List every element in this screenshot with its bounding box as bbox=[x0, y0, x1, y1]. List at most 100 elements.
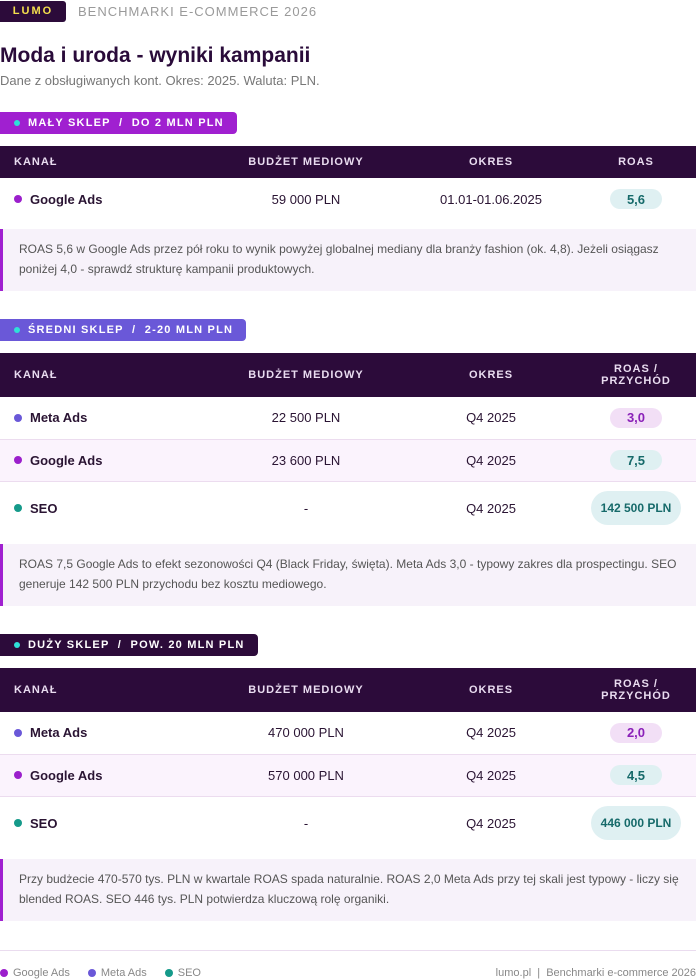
channel-name: Google Ads bbox=[30, 191, 103, 207]
legend-label: Google Ads bbox=[13, 967, 70, 979]
results-table-mid: KANAŁ BUDŻET MEDIOWY OKRES ROAS / PRZYCH… bbox=[0, 353, 696, 535]
seo-dot-icon bbox=[164, 969, 173, 977]
channel-cell: Meta Ads bbox=[0, 712, 206, 755]
budget-cell: 23 600 PLN bbox=[206, 439, 406, 482]
table-row: Google Ads 59 000 PLN 01.01-01.06.2025 5… bbox=[0, 178, 696, 220]
legend-item-seo: SEO bbox=[164, 967, 201, 979]
roas-cell: 4,5 bbox=[576, 754, 696, 797]
roas-cell: 2,0 bbox=[576, 712, 696, 755]
roas-badge: 3,0 bbox=[610, 407, 662, 428]
channel-name: Meta Ads bbox=[30, 410, 88, 426]
revenue-cell: 142 500 PLN bbox=[576, 481, 696, 535]
budget-cell: 470 000 PLN bbox=[206, 712, 406, 755]
revenue-badge: 142 500 PLN bbox=[591, 491, 681, 526]
channel-cell: Google Ads bbox=[0, 754, 206, 797]
insight-note: ROAS 5,6 w Google Ads przez pół roku to … bbox=[0, 229, 696, 291]
roas-cell: 7,5 bbox=[576, 439, 696, 482]
page-subtitle: Dane z obsługiwanych kont. Okres: 2025. … bbox=[0, 73, 320, 88]
revenue-cell: 446 000 PLN bbox=[576, 796, 696, 850]
period-cell: Q4 2025 bbox=[466, 500, 516, 516]
column-header-roas: ROAS / PRZYCHÓD bbox=[576, 668, 696, 712]
results-table-small: KANAŁ BUDŻET MEDIOWY OKRES ROAS Google A… bbox=[0, 146, 696, 220]
google-ads-dot-icon bbox=[14, 195, 22, 204]
meta-ads-dot-icon bbox=[14, 728, 22, 737]
insight-note: Przy budżecie 470-570 tys. PLN w kwartal… bbox=[0, 859, 696, 921]
period-cell: Q4 2025 bbox=[406, 439, 576, 482]
results-table-big: KANAŁ BUDŻET MEDIOWY OKRES ROAS / PRZYCH… bbox=[0, 668, 696, 850]
revenue-badge: 446 000 PLN bbox=[591, 806, 681, 841]
period-cell: Q4 2025 bbox=[406, 397, 576, 440]
table-row: Google Ads 23 600 PLN Q4 2025 7,5 bbox=[0, 439, 696, 482]
channel-name: SEO bbox=[30, 500, 58, 516]
roas-badge: 2,0 bbox=[610, 722, 662, 743]
brand-logo: LUMO bbox=[0, 0, 66, 22]
bullet-icon bbox=[14, 327, 20, 333]
section-mid-shop: ŚREDNI SKLEP / 2-20 MLN PLN KANAŁ BUDŻET… bbox=[0, 319, 696, 606]
budget-cell: 22 500 PLN bbox=[206, 397, 406, 440]
table-row: Meta Ads 22 500 PLN Q4 2025 3,0 bbox=[0, 397, 696, 440]
roas-badge: 5,6 bbox=[610, 189, 662, 209]
column-header-roas: ROAS / PRZYCHÓD bbox=[576, 353, 696, 397]
period-cell: Q4 2025 bbox=[466, 815, 516, 831]
column-header-channel: KANAŁ bbox=[0, 353, 206, 397]
roas-cell: 3,0 bbox=[576, 397, 696, 440]
budget-cell: 59 000 PLN bbox=[271, 191, 341, 207]
channel-name: SEO bbox=[30, 815, 58, 831]
column-header-period: OKRES bbox=[406, 668, 576, 712]
channel-name: Google Ads bbox=[30, 767, 103, 783]
channel-cell: Meta Ads bbox=[0, 397, 206, 440]
channel-name: Meta Ads bbox=[30, 725, 88, 741]
table-row: SEO - Q4 2025 142 500 PLN bbox=[0, 481, 696, 535]
column-header-channel: KANAŁ bbox=[0, 146, 206, 178]
brand-subtitle: BENCHMARKI E-COMMERCE 2026 bbox=[78, 3, 318, 19]
column-header-period: OKRES bbox=[406, 353, 576, 397]
section-badge-label: DUŻY SKLEP / POW. 20 MLN PLN bbox=[28, 639, 245, 651]
period-cell: Q4 2025 bbox=[406, 712, 576, 755]
table-row: Meta Ads 470 000 PLN Q4 2025 2,0 bbox=[0, 712, 696, 755]
column-header-period: OKRES bbox=[406, 146, 576, 178]
column-header-budget: BUDŻET MEDIOWY bbox=[206, 668, 406, 712]
meta-ads-dot-icon bbox=[87, 969, 96, 977]
roas-badge: 4,5 bbox=[610, 765, 662, 785]
section-badge-mid: ŚREDNI SKLEP / 2-20 MLN PLN bbox=[0, 319, 247, 341]
column-header-channel: KANAŁ bbox=[0, 668, 206, 712]
section-badge-label: ŚREDNI SKLEP / 2-20 MLN PLN bbox=[28, 324, 234, 336]
section-badge-big: DUŻY SKLEP / POW. 20 MLN PLN bbox=[0, 634, 258, 656]
roas-badge: 7,5 bbox=[610, 450, 662, 470]
channel-cell: SEO bbox=[0, 481, 206, 535]
legend-item-google-ads: Google Ads bbox=[0, 967, 70, 979]
budget-cell: - bbox=[303, 500, 309, 516]
period-cell: 01.01-01.06.2025 bbox=[440, 191, 542, 207]
footer-credit: lumo.pl | Benchmarki e-commerce 2026 bbox=[495, 967, 696, 979]
channel-cell: Google Ads bbox=[0, 439, 206, 482]
seo-dot-icon bbox=[14, 504, 22, 513]
budget-cell: 570 000 PLN bbox=[206, 754, 406, 797]
google-ads-dot-icon bbox=[14, 771, 22, 780]
table-row: Google Ads 570 000 PLN Q4 2025 4,5 bbox=[0, 754, 696, 797]
budget-cell: - bbox=[303, 815, 309, 831]
channel-legend: Google Ads Meta Ads SEO bbox=[0, 967, 219, 979]
column-header-budget: BUDŻET MEDIOWY bbox=[206, 146, 406, 178]
seo-dot-icon bbox=[14, 819, 22, 828]
roas-cell: 5,6 bbox=[576, 178, 696, 220]
section-small-shop: MAŁY SKLEP / DO 2 MLN PLN KANAŁ BUDŻET M… bbox=[0, 112, 696, 291]
legend-item-meta-ads: Meta Ads bbox=[87, 967, 147, 979]
section-badge-label: MAŁY SKLEP / DO 2 MLN PLN bbox=[28, 117, 224, 129]
column-header-roas: ROAS bbox=[576, 146, 696, 178]
top-bar: LUMO BENCHMARKI E-COMMERCE 2026 bbox=[0, 0, 317, 22]
table-row: SEO - Q4 2025 446 000 PLN bbox=[0, 796, 696, 850]
section-badge-small: MAŁY SKLEP / DO 2 MLN PLN bbox=[0, 112, 237, 134]
footer: Google Ads Meta Ads SEO lumo.pl | Benchm… bbox=[0, 950, 696, 980]
bullet-icon bbox=[14, 120, 20, 126]
google-ads-dot-icon bbox=[14, 456, 22, 465]
google-ads-dot-icon bbox=[0, 969, 8, 977]
insight-note: ROAS 7,5 Google Ads to efekt sezonowości… bbox=[0, 544, 696, 606]
period-cell: Q4 2025 bbox=[406, 754, 576, 797]
page-title: Moda i uroda - wyniki kampanii bbox=[0, 44, 311, 67]
channel-cell: Google Ads bbox=[0, 178, 206, 220]
legend-label: Meta Ads bbox=[100, 967, 147, 979]
bullet-icon bbox=[14, 642, 20, 648]
meta-ads-dot-icon bbox=[14, 413, 22, 422]
channel-cell: SEO bbox=[0, 796, 206, 850]
channel-name: Google Ads bbox=[30, 452, 103, 468]
